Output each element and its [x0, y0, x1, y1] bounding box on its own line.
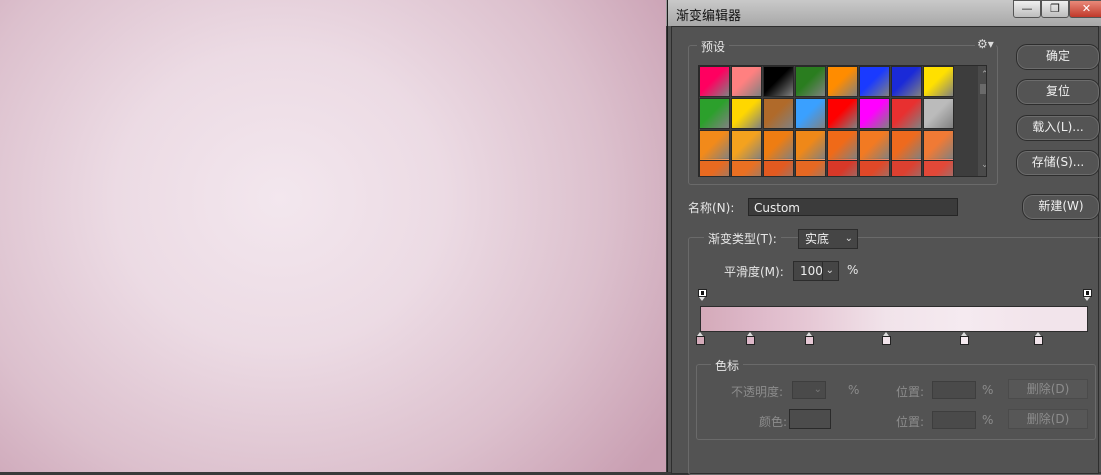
preset-swatch[interactable] — [827, 98, 858, 129]
preset-swatch[interactable] — [923, 98, 954, 129]
preset-swatch[interactable] — [891, 98, 922, 129]
save-button[interactable]: 存储(S)... — [1016, 150, 1100, 176]
color-stops-track — [696, 332, 1088, 347]
delete-color-stop-button[interactable]: 删除(D) — [1008, 409, 1088, 429]
name-label: 名称(N): — [688, 201, 735, 215]
swatch-scrollbar[interactable]: ⌃ ⌄ — [978, 66, 986, 176]
color-swatch[interactable] — [789, 409, 831, 429]
gradient-type-label: 渐变类型(T): — [704, 230, 781, 247]
preset-swatch[interactable] — [795, 66, 826, 97]
opacity-unit: % — [848, 383, 860, 397]
scroll-up-icon[interactable]: ⌃ — [981, 70, 986, 80]
opacity-position-unit: % — [982, 383, 994, 397]
color-position-input[interactable] — [932, 411, 976, 429]
window-title: 渐变编辑器 — [676, 9, 742, 24]
preset-swatch[interactable] — [923, 130, 954, 161]
smoothness-dropdown[interactable]: 100 ⌄ — [793, 261, 839, 281]
preset-swatch[interactable] — [923, 66, 954, 97]
preset-swatch[interactable] — [699, 130, 730, 161]
preset-swatch[interactable] — [795, 98, 826, 129]
smoothness-unit: % — [847, 263, 859, 277]
gradient-type-value: 实底 — [805, 232, 830, 246]
close-button[interactable]: ✕ — [1069, 0, 1101, 18]
color-stop-marker[interactable] — [1034, 332, 1043, 345]
stops-legend: 色标 — [711, 357, 744, 374]
preset-swatch[interactable] — [859, 66, 890, 97]
preset-swatch[interactable] — [699, 66, 730, 97]
color-stop-marker[interactable] — [882, 332, 891, 345]
scroll-down-icon[interactable]: ⌄ — [981, 160, 986, 170]
color-position-unit: % — [982, 413, 994, 427]
opacity-stop-start[interactable] — [698, 289, 707, 301]
preset-swatch[interactable] — [731, 98, 762, 129]
opacity-stop-end[interactable] — [1083, 289, 1092, 301]
preset-swatch[interactable] — [699, 98, 730, 129]
minimize-button[interactable]: — — [1013, 0, 1041, 18]
gradient-editor-dialog: 渐变编辑器 — ❐ ✕ 预设 ⚙▾ ⌃ ⌄ 确定 复位 载入(L)... 存储(… — [667, 0, 1101, 475]
presets-group: 预设 ⚙▾ ⌃ ⌄ — [688, 37, 998, 185]
smoothness-label: 平滑度(M): — [724, 265, 784, 279]
preset-swatch[interactable] — [859, 130, 890, 161]
chevron-down-icon: ⌄ — [844, 233, 853, 244]
titlebar[interactable]: 渐变编辑器 — ❐ ✕ — [668, 0, 1101, 26]
opacity-label: 不透明度: — [731, 385, 784, 399]
preset-swatch[interactable] — [763, 66, 794, 97]
chevron-down-icon: ⌄ — [813, 384, 822, 395]
gradient-preview-bar[interactable] — [700, 306, 1088, 332]
preset-swatch[interactable] — [827, 130, 858, 161]
name-input[interactable]: Custom — [748, 198, 958, 216]
smoothness-value: 100 — [800, 264, 823, 278]
load-button[interactable]: 载入(L)... — [1016, 115, 1100, 141]
preset-swatch[interactable] — [763, 130, 794, 161]
color-label: 颜色: — [759, 415, 788, 429]
presets-legend: 预设 — [697, 38, 730, 55]
preset-swatch[interactable] — [891, 66, 922, 97]
color-position-label: 位置: — [896, 415, 925, 429]
opacity-input[interactable]: ⌄ — [792, 381, 826, 399]
ok-button[interactable]: 确定 — [1016, 44, 1100, 70]
gradient-type-dropdown[interactable]: 实底 ⌄ — [798, 229, 858, 249]
reset-button[interactable]: 复位 — [1016, 79, 1100, 105]
delete-opacity-stop-button[interactable]: 删除(D) — [1008, 379, 1088, 399]
preset-swatch[interactable] — [859, 98, 890, 129]
color-stop-marker[interactable] — [805, 332, 814, 345]
maximize-button[interactable]: ❐ — [1041, 0, 1069, 18]
opacity-position-input[interactable] — [932, 381, 976, 399]
gear-icon[interactable]: ⚙▾ — [975, 37, 996, 51]
chevron-down-icon: ⌄ — [821, 262, 834, 280]
color-stop-marker[interactable] — [746, 332, 755, 345]
dialog-body: 预设 ⚙▾ ⌃ ⌄ 确定 复位 载入(L)... 存储(S)... 名称(N):… — [671, 26, 1101, 475]
preset-swatch[interactable] — [731, 130, 762, 161]
color-stop-marker[interactable] — [960, 332, 969, 345]
preset-swatch[interactable] — [795, 130, 826, 161]
preset-swatch[interactable] — [763, 98, 794, 129]
scroll-thumb[interactable] — [980, 84, 986, 94]
preset-swatch[interactable] — [827, 66, 858, 97]
opacity-position-label: 位置: — [896, 385, 925, 399]
preset-swatch[interactable] — [891, 130, 922, 161]
preset-swatch-grid: ⌃ ⌄ — [698, 65, 987, 177]
canvas-preview — [0, 0, 666, 472]
stops-group: 色标 不透明度: ⌄ % 位置: % 删除(D) 颜色: 位置: % 删除(D) — [696, 357, 1096, 440]
color-stop-marker[interactable] — [696, 332, 705, 345]
new-button[interactable]: 新建(W) — [1022, 194, 1100, 220]
preset-swatch[interactable] — [731, 66, 762, 97]
